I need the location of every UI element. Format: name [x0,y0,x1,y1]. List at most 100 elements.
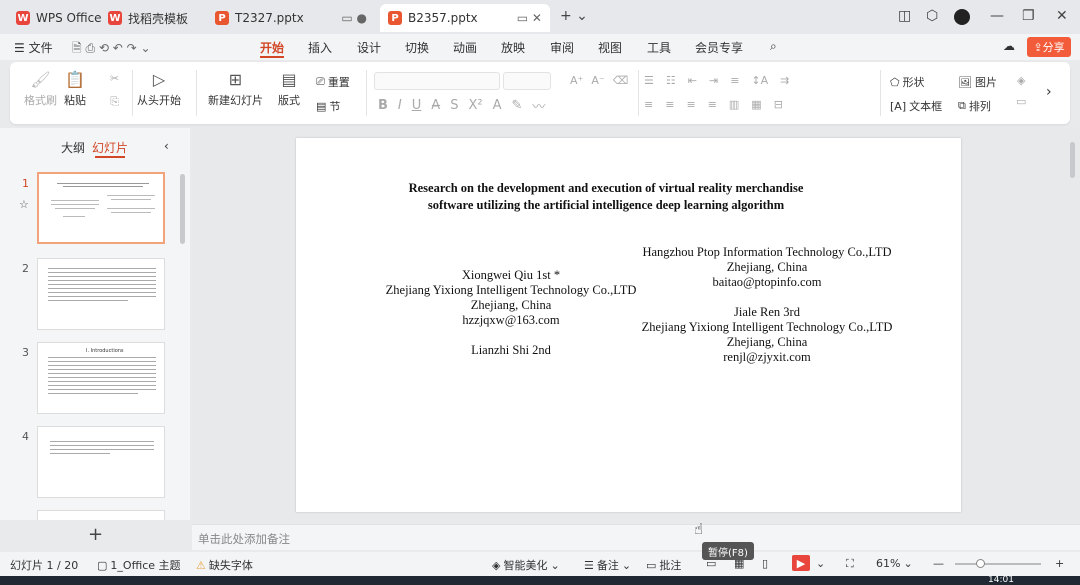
arrange-button[interactable]: ⧉ 排列 [958,98,991,114]
tab-transition[interactable]: 切换 [405,39,429,56]
tab-review[interactable]: 审阅 [550,39,574,56]
tab-home[interactable]: 开始 [260,39,285,58]
clear-format-icon: ⌫ [612,74,629,87]
docer-icon: W [108,11,122,25]
tab-animation[interactable]: 动画 [453,39,477,56]
cut-copy-group[interactable]: ✂ ⎘ [110,72,119,109]
new-slide-button[interactable]: ⊞ 新建幻灯片 [208,70,263,108]
font-name-input[interactable] [374,72,500,90]
chevron-right-icon[interactable]: › [1046,84,1052,100]
format-painter-button[interactable]: 🖌 格式刷 [24,70,57,108]
chevron-down-icon[interactable]: ⌄ [816,557,825,570]
slide-thumbnail-1[interactable] [37,172,165,244]
zoom-slider[interactable] [955,563,1041,565]
missing-font-indicator[interactable]: ⚠ 缺失字体 [196,557,253,573]
font-size-group[interactable]: A⁺ A⁻ ⌫ [570,74,628,87]
thumb-text-line [48,292,156,293]
fill-outline-group[interactable]: ◈ ▭ [1016,74,1026,108]
textbox-button[interactable]: [A] 文本框 [890,98,942,114]
tab-wps-office[interactable]: W WPS Office [8,4,110,32]
zoom-in-icon[interactable]: + [1055,557,1064,570]
new-tab-icon[interactable]: + ⌄ [560,8,588,24]
font-size-input[interactable] [503,72,551,90]
minimize-icon[interactable]: — [990,8,1004,24]
beautify-button[interactable]: ◈ 智能美化 ⌄ [492,557,560,573]
share-button[interactable]: ⇪ 分享 [1027,37,1071,57]
tab-docer[interactable]: W 找稻壳模板 [100,4,202,32]
close-icon[interactable]: ▭ ✕ [517,11,542,25]
font-color-icon: A [492,98,502,113]
tab-b2357[interactable]: P B2357.pptx ▭ ✕ [380,4,550,32]
tab-slideshow[interactable]: 放映 [501,39,525,56]
restore-icon[interactable]: ❐ [1022,8,1035,24]
file-menu-label: 文件 [28,41,53,55]
beautify-label: 智能美化 [503,559,548,572]
thumb-text-line [48,276,156,277]
share-label: 分享 [1042,41,1065,54]
cube-icon[interactable]: ⬡ [926,8,938,24]
tab-view[interactable]: 视图 [598,39,622,56]
thumb-text-line [50,445,154,446]
paste-button[interactable]: 📋 粘贴 [64,70,86,108]
tab-slides[interactable]: 幻灯片 [92,139,128,158]
panel-scrollbar[interactable] [180,174,185,244]
comments-button[interactable]: ▭ 批注 [646,557,681,573]
notes-icon: ☰ [584,558,594,572]
picture-button[interactable]: 🖼 图片 [958,74,997,90]
slide-thumbnail-4[interactable] [37,426,165,498]
slide-number: 4 [22,430,29,443]
add-slide-button[interactable]: + [88,524,103,545]
tab-outline[interactable]: 大纲 [61,139,85,156]
shape-button[interactable]: ⬠ 形状 [890,74,925,90]
tab-tools[interactable]: 工具 [647,39,671,56]
star-icon[interactable]: ☆ [19,198,29,211]
zoom-out-icon[interactable]: — [933,557,944,570]
tab-member[interactable]: 会员专享 [695,39,743,56]
zoom-slider-handle[interactable] [976,559,985,568]
slide-thumbnail-3[interactable]: I. Introductions [37,342,165,414]
reset-button[interactable]: ⎚ 重置 [316,74,350,90]
tab-t2327[interactable]: P T2327.pptx ▭ ● [207,4,375,32]
copy-icon: ⎘ [110,95,120,108]
canvas-scrollbar[interactable] [1070,142,1075,178]
zoom-level[interactable]: 61% ⌄ [876,557,913,570]
theme-indicator[interactable]: ▢ 1_Office 主题 [97,557,181,573]
chevron-down-icon: ⌄ [621,558,632,572]
file-menu[interactable]: ☰ 文件 [14,39,53,56]
fit-window-icon[interactable]: ⛶ [846,557,854,571]
notes-button[interactable]: ☰ 备注 ⌄ [584,557,631,573]
paragraph-group-top[interactable]: ☰ ☷ ⇤ ⇥ ≡ ↕A ⇉ [644,74,789,87]
slide-count: 幻灯片 1 / 20 [10,559,79,572]
layout-icon[interactable]: ◫ [898,8,911,24]
reading-view-icon[interactable]: ▯ [762,557,768,570]
tab-label: T2327.pptx [235,11,304,25]
play-from-start-button[interactable]: ▷ 从头开始 [137,70,181,108]
cloud-icon[interactable]: ☁ [1003,39,1015,53]
author4-org: Zhejiang Yixiong Intelligent Technology … [641,320,893,334]
quick-access-icons[interactable]: 🗎 ⎙ ⟲ ↶ ↷ ⌄ [72,39,151,60]
slide-thumbnail-2[interactable] [37,258,165,330]
collapse-panel-icon[interactable]: ‹ [164,139,169,153]
author-block-right[interactable]: Hangzhou Ptop Information Technology Co.… [626,245,908,365]
layout-button[interactable]: ▤ 版式 [278,70,300,108]
window-close-icon[interactable]: ✕ [1056,8,1068,24]
valign-icon: ⊟ [773,98,783,111]
avatar[interactable] [954,9,970,25]
play-icon[interactable]: ▶ [792,555,810,571]
text-format-group[interactable]: B I U A̶ S X² A ✎ 〰 [378,96,545,115]
indent-icon: ⇤ [687,74,697,87]
slide-number: 2 [22,262,29,275]
search-icon[interactable]: ⌕ [770,39,777,54]
slide-editor[interactable]: Research on the development and executio… [296,138,961,512]
section-button[interactable]: ▤ 节 [316,98,340,114]
arrange-icon: ⧉ [958,99,966,112]
thumb-text-line [50,453,110,454]
slide-title[interactable]: Research on the development and executio… [376,180,836,214]
tab-design[interactable]: 设计 [357,39,381,56]
tab-insert[interactable]: 插入 [308,39,332,56]
mouse-cursor-icon: ☝ [694,520,704,538]
notes-pane[interactable]: 单击此处添加备注 [192,524,1080,550]
slide-thumbnail-5[interactable] [37,510,165,520]
bold-icon: B [378,98,388,113]
paragraph-group-bottom[interactable]: ≡ ≡ ≡ ≡ ▥ ▦ ⊟ [644,98,783,111]
